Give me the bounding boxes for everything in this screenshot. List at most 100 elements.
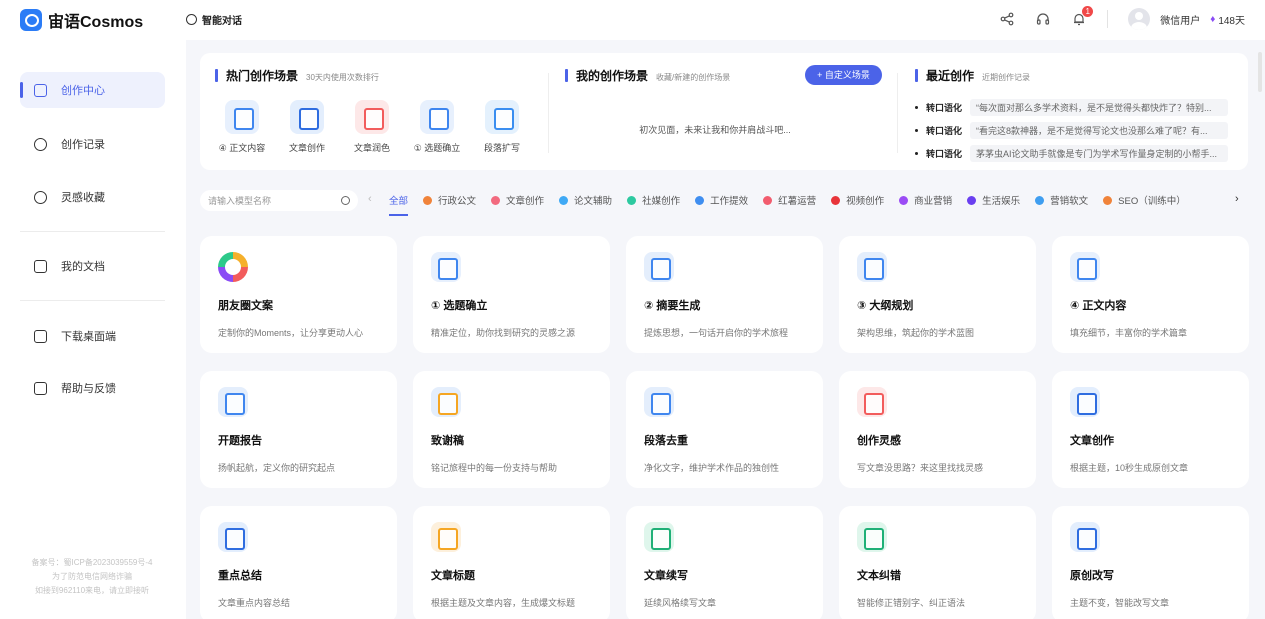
report-icon [218, 387, 248, 417]
hot-scene-item[interactable]: ④ 正文内容 [212, 100, 272, 154]
scene-card[interactable]: 文章续写 延续风格续写文章 [626, 506, 823, 619]
scene-card[interactable]: ④ 正文内容 填充细节，丰富你的学术篇章 [1052, 236, 1249, 353]
sidebar-item-help[interactable]: 帮助与反馈 [20, 370, 165, 406]
custom-scene-button[interactable]: + 自定义场景 [805, 65, 882, 85]
filter-label: 全部 [389, 196, 409, 207]
chevron-right-icon[interactable]: › [1235, 193, 1239, 205]
filter-tab[interactable]: 论文辅助 [559, 193, 612, 207]
scene-card[interactable]: 文章创作 根据主题，10秒生成原创文章 [1052, 371, 1249, 488]
hot-scene-item[interactable]: 段落扩写 [472, 100, 532, 154]
card-description: 定制你的Moments，让分享更动人心 [218, 328, 364, 338]
filter-tab[interactable]: 红薯运营 [763, 193, 816, 207]
filter-label: 生活娱乐 [982, 196, 1021, 207]
category-dot-icon [967, 195, 977, 205]
hot-scene-item[interactable]: 文章创作 [277, 100, 337, 154]
scene-card[interactable]: 创作灵感 写文章没思路？来这里找找灵感 [839, 371, 1036, 488]
sidebar-item-my-docs[interactable]: 我的文档 [20, 248, 165, 284]
filter-tab[interactable]: SEO（训练中） [1103, 193, 1186, 207]
mail-icon [34, 381, 47, 395]
scene-card[interactable]: ③ 大纲规划 架构思维，筑起你的学术蓝图 [839, 236, 1036, 353]
card-description: 写文章没思路？来这里找找灵感 [857, 463, 984, 473]
hot-scene-item[interactable]: ① 选题确立 [407, 100, 467, 154]
scene-card[interactable]: 重点总结 文章重点内容总结 [200, 506, 397, 619]
card-description: 填充细节，丰富你的学术篇章 [1070, 328, 1188, 338]
sidebar: 创作中心 创作记录 灵感收藏 我的文档 下载桌面端 帮助与反馈 备案号：蜀ICP… [0, 40, 186, 619]
logo-icon [20, 9, 42, 31]
user-menu[interactable]: 微信用户 ♦ 148天 [1128, 8, 1245, 30]
sidebar-item-inspiration[interactable]: 灵感收藏 [20, 179, 165, 215]
recent-header: 最近创作 近期创作记录 [915, 67, 1030, 84]
scenes-panel: 热门创作场景 30天内使用次数排行 ④ 正文内容 文章创作 文章润色 ① 选题确立 段落… [200, 53, 1248, 170]
recent-text: “看完这8款神器，是不是觉得写论文也没那么难了呢？有... [970, 122, 1229, 139]
sidebar-item-label: 创作中心 [61, 85, 105, 97]
smart-chat-tab[interactable]: 智能对话 [186, 12, 242, 27]
recent-item[interactable]: 转口语化 “看完这8款神器，是不是觉得写论文也没那么难了呢？有... [915, 122, 1229, 139]
bell-icon[interactable]: 1 [1071, 6, 1094, 27]
my-scenes-header: 我的创作场景 收藏/新建的创作场景 [565, 67, 730, 84]
filter-label: 工作提效 [710, 196, 749, 207]
hot-scene-item[interactable]: 文章润色 [342, 100, 402, 154]
filter-tab[interactable]: 社媒创作 [627, 193, 680, 207]
category-dot-icon [899, 195, 909, 205]
scene-card[interactable]: ① 选题确立 精准定位，助你找到研究的灵感之源 [413, 236, 610, 353]
sidebar-item-download[interactable]: 下载桌面端 [20, 318, 165, 354]
card-title: 段落去重 [644, 435, 688, 447]
filter-tab[interactable]: 生活娱乐 [967, 193, 1020, 207]
scene-card[interactable]: 朋友圈文案 定制你的Moments，让分享更动人心 [200, 236, 397, 353]
logo[interactable]: 宙语Cosmos [20, 8, 143, 32]
article-icon [1070, 387, 1100, 417]
username: 微信用户 [1160, 15, 1201, 27]
sidebar-item-creation-center[interactable]: 创作中心 [20, 72, 165, 108]
card-title: 文本纠错 [857, 570, 901, 582]
recent-item[interactable]: 转口语化 “每次面对那么多学术资料，是不是觉得头都快炸了？特别... [915, 99, 1229, 116]
card-description: 提炼思想，一句话开启你的学术旅程 [644, 328, 789, 338]
card-title: 原创改写 [1070, 570, 1114, 582]
my-scenes-title: 我的创作场景 [576, 69, 649, 83]
card-title: ③ 大纲规划 [857, 300, 914, 312]
filter-tab[interactable]: 商业营销 [899, 193, 952, 207]
scene-card[interactable]: 致谢稿 铭记旅程中的每一份支持与帮助 [413, 371, 610, 488]
sidebar-divider [20, 231, 165, 232]
recent-text: 茅茅虫AI论文助手就像是专门为学术写作量身定制的小帮手... [970, 145, 1229, 162]
scene-card[interactable]: 段落去重 净化文字，维护学术作品的独创性 [626, 371, 823, 488]
logo-text: 宙语Cosmos [48, 14, 144, 31]
hot-scenes-title: 热门创作场景 [226, 69, 299, 83]
search-input[interactable] [208, 195, 328, 206]
category-dot-icon [1035, 195, 1045, 205]
filter-label: 营销软文 [1050, 196, 1089, 207]
title-icon [431, 522, 461, 552]
scene-card[interactable]: ② 摘要生成 提炼思想，一句话开启你的学术旅程 [626, 236, 823, 353]
sidebar-item-creation-history[interactable]: 创作记录 [20, 126, 165, 162]
vip-status: ♦ 148天 [1210, 12, 1245, 27]
filter-tab[interactable]: 视频创作 [831, 193, 884, 207]
icp-notice: 备案号：蜀ICP备2023039559号-4 为了防范电信网络诈骗 如接到962… [22, 556, 162, 598]
scene-card[interactable]: 开题报告 扬帆起航，定义你的研究起点 [200, 371, 397, 488]
correct-icon [857, 522, 887, 552]
recent-item[interactable]: 转口语化 茅茅虫AI论文助手就像是专门为学术写作量身定制的小帮手... [915, 145, 1229, 162]
filter-tab[interactable]: 行政公文 [423, 193, 476, 207]
filter-tab[interactable]: 工作提效 [695, 193, 748, 207]
recent-tag: 转口语化 [926, 103, 963, 113]
headset-icon[interactable] [1035, 11, 1051, 27]
card-title: ① 选题确立 [431, 300, 488, 312]
scene-card[interactable]: 文本纠错 智能修正错别字、纠正语法 [839, 506, 1036, 619]
scene-card[interactable]: 原创改写 主题不变，智能改写文章 [1052, 506, 1249, 619]
share-icon[interactable] [999, 11, 1015, 27]
sidebar-item-label: 灵感收藏 [61, 192, 105, 204]
scrollbar[interactable] [1258, 52, 1262, 92]
sidebar-item-label: 下载桌面端 [61, 331, 116, 343]
scene-card[interactable]: 文章标题 根据主题及文章内容，生成爆文标题 [413, 506, 610, 619]
filter-tab[interactable]: 营销软文 [1035, 193, 1088, 207]
chevron-left-icon[interactable]: ‹ [368, 193, 372, 205]
search-icon[interactable] [341, 196, 350, 205]
column-divider [897, 73, 898, 153]
filter-tab[interactable]: 文章创作 [491, 193, 544, 207]
filter-label: 论文辅助 [574, 196, 613, 207]
bullet [915, 152, 918, 155]
category-dot-icon [627, 195, 637, 205]
card-description: 根据主题及文章内容，生成爆文标题 [431, 598, 576, 608]
filter-label: 社媒创作 [642, 196, 681, 207]
icp-line[interactable]: 备案号：蜀ICP备2023039559号-4 [22, 556, 162, 570]
sidebar-item-label: 我的文档 [61, 261, 105, 273]
filter-tab[interactable]: 全部 [389, 193, 409, 216]
